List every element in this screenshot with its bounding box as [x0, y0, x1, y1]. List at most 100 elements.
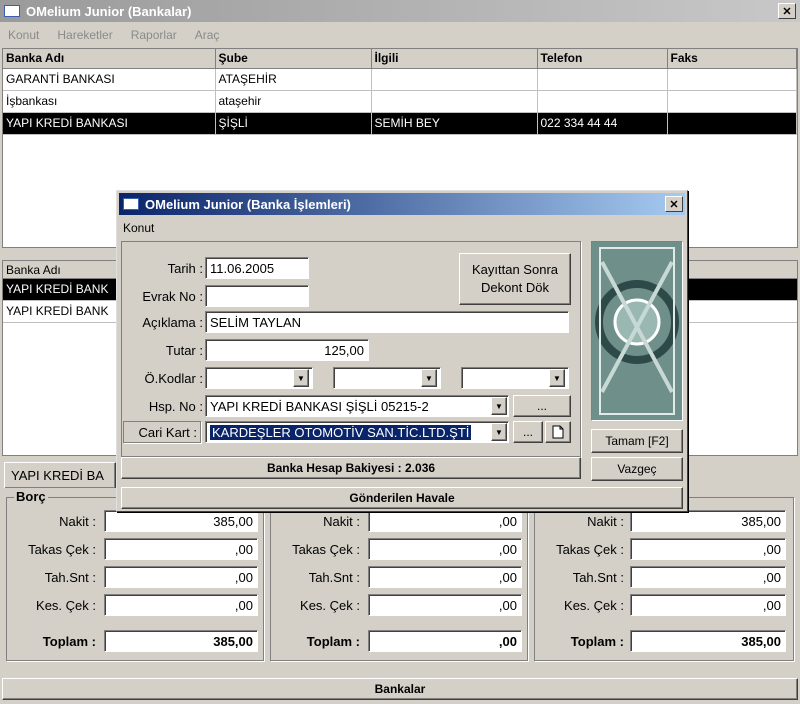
table-row[interactable]: İşbankası ataşehir: [3, 90, 797, 113]
cell-ilgili: SEMİH BEY: [371, 112, 538, 135]
label-tah-snt: Tah.Snt :: [308, 570, 360, 585]
borc-label: Borç: [14, 489, 48, 504]
cari-kart-value: KARDEŞLER OTOMOTİV SAN.TİC.LTD.ŞTİ: [210, 424, 472, 440]
cari-kart-select[interactable]: KARDEŞLER OTOMOTİV SAN.TİC.LTD.ŞTİ: [205, 421, 509, 443]
dialog-statusbar: Gönderilen Havale: [121, 487, 683, 509]
tutar-field[interactable]: 125,00: [205, 339, 369, 361]
cell-telefon: [537, 68, 668, 91]
g3-toplam-field: 385,00: [630, 630, 786, 652]
g1-tah-snt-field[interactable]: ,00: [104, 566, 258, 588]
g2-tah-snt-field[interactable]: ,00: [368, 566, 522, 588]
tab-bank[interactable]: YAPI KREDİ BA: [4, 462, 116, 488]
evrak-no-field[interactable]: [205, 285, 309, 307]
label-tutar: Tutar :: [165, 343, 203, 358]
col-banka-adi[interactable]: Banka Adı: [3, 49, 216, 69]
cell-banka-adi: GARANTİ BANKASI: [3, 68, 216, 91]
bank-logo-image: [591, 241, 683, 421]
kayit-sonra-dekont-button[interactable]: Kayıttan Sonra Dekont Dök: [459, 253, 571, 305]
g1-toplam-field: 385,00: [104, 630, 258, 652]
g1-takas-cek-field[interactable]: ,00: [104, 538, 258, 560]
g2-takas-cek-field[interactable]: ,00: [368, 538, 522, 560]
col-telefon[interactable]: Telefon: [537, 49, 668, 69]
cell-telefon: [537, 90, 668, 113]
new-document-button[interactable]: [545, 421, 571, 443]
label-takas-cek: Takas Çek :: [556, 542, 624, 557]
g3-kes-cek-field[interactable]: ,00: [630, 594, 786, 616]
main-title: OMelium Junior (Bankalar): [26, 3, 192, 19]
tamam-button[interactable]: Tamam [F2]: [591, 429, 683, 453]
vazgec-button[interactable]: Vazgeç: [591, 457, 683, 481]
dialog-menu-konut[interactable]: Konut: [123, 221, 154, 235]
cell-sube: ŞİŞLİ: [215, 112, 372, 135]
cell-sube: ATAŞEHİR: [215, 68, 372, 91]
g2-kes-cek-field[interactable]: ,00: [368, 594, 522, 616]
g2-toplam-field: ,00: [368, 630, 522, 652]
label-o-kodlar: Ö.Kodlar :: [144, 371, 203, 386]
col-ilgili[interactable]: İlgili: [371, 49, 538, 69]
g3-takas-cek-field[interactable]: ,00: [630, 538, 786, 560]
label-aciklama: Açıklama :: [142, 315, 203, 330]
col-sube[interactable]: Şube: [215, 49, 372, 69]
label-toplam: Toplam :: [306, 634, 360, 649]
label-hsp-no: Hsp. No :: [148, 399, 203, 414]
label-toplam: Toplam :: [570, 634, 624, 649]
col-faks[interactable]: Faks: [667, 49, 797, 69]
label-cari-kart: Cari Kart :: [138, 425, 197, 440]
g3-nakit-field[interactable]: 385,00: [630, 510, 786, 532]
label-nakit: Nakit :: [587, 514, 624, 529]
label-tarih: Tarih :: [167, 261, 203, 276]
label-takas-cek: Takas Çek :: [292, 542, 360, 557]
tarih-field[interactable]: 11.06.2005: [205, 257, 309, 279]
cari-kart-browse-button[interactable]: ...: [513, 421, 543, 443]
aciklama-field[interactable]: SELİM TAYLAN: [205, 311, 569, 333]
main-titlebar: OMelium Junior (Bankalar): [0, 0, 800, 22]
chevron-down-icon[interactable]: ▼: [491, 423, 507, 441]
cell-faks: [667, 90, 797, 113]
dialog-titlebar: OMelium Junior (Banka İşlemleri): [119, 193, 685, 215]
hsp-no-select[interactable]: YAPI KREDİ BANKASI ŞİŞLİ 05215-2: [205, 395, 509, 417]
close-icon: ✕: [669, 198, 679, 211]
cell-sube: ataşehir: [215, 90, 372, 113]
main-menubar: Konut Hareketler Raporlar Araç: [0, 24, 800, 46]
document-icon: [552, 425, 564, 439]
chevron-down-icon[interactable]: ▼: [421, 369, 437, 387]
dialog-close-button[interactable]: ✕: [665, 196, 683, 212]
g3-tah-snt-field[interactable]: ,00: [630, 566, 786, 588]
app-icon: [123, 198, 139, 210]
cell-banka-adi: İşbankası: [3, 90, 216, 113]
cell-ilgili: [371, 90, 538, 113]
cell-telefon: 022 334 44 44: [537, 112, 668, 135]
label-kes-cek: Kes. Çek :: [564, 598, 624, 613]
cell-ilgili: [371, 68, 538, 91]
banka-islemleri-dialog: OMelium Junior (Banka İşlemleri) ✕ Konut…: [116, 190, 688, 512]
g1-nakit-field[interactable]: 385,00: [104, 510, 258, 532]
app-icon: [4, 5, 20, 17]
menu-konut[interactable]: Konut: [8, 28, 39, 42]
bakiye-bar: Banka Hesap Bakiyesi : 2.036: [121, 457, 581, 479]
label-nakit: Nakit :: [59, 514, 96, 529]
cell-faks: [667, 68, 797, 91]
cell-faks: [667, 112, 797, 135]
label-tah-snt: Tah.Snt :: [44, 570, 96, 585]
menu-raporlar[interactable]: Raporlar: [131, 28, 177, 42]
close-icon: ✕: [782, 5, 792, 18]
g2-nakit-field[interactable]: ,00: [368, 510, 522, 532]
menu-hareketler[interactable]: Hareketler: [57, 28, 112, 42]
chevron-down-icon[interactable]: ▼: [549, 369, 565, 387]
dialog-title: OMelium Junior (Banka İşlemleri): [145, 196, 351, 212]
menu-arac[interactable]: Araç: [195, 28, 220, 42]
table-row-selected[interactable]: YAPI KREDİ BANKASI ŞİŞLİ SEMİH BEY 022 3…: [3, 112, 797, 135]
label-takas-cek: Takas Çek :: [28, 542, 96, 557]
label-kes-cek: Kes. Çek :: [36, 598, 96, 613]
chevron-down-icon[interactable]: ▼: [293, 369, 309, 387]
label-nakit: Nakit :: [323, 514, 360, 529]
table-row[interactable]: GARANTİ BANKASI ATAŞEHİR: [3, 68, 797, 91]
bank-emblem-icon: [592, 242, 682, 420]
label-kes-cek: Kes. Çek :: [300, 598, 360, 613]
g1-kes-cek-field[interactable]: ,00: [104, 594, 258, 616]
main-close-button[interactable]: ✕: [778, 3, 796, 19]
label-tah-snt: Tah.Snt :: [572, 570, 624, 585]
hsp-no-browse-button[interactable]: ...: [513, 395, 571, 417]
main-statusbar: Bankalar: [2, 678, 798, 700]
chevron-down-icon[interactable]: ▼: [491, 397, 507, 415]
